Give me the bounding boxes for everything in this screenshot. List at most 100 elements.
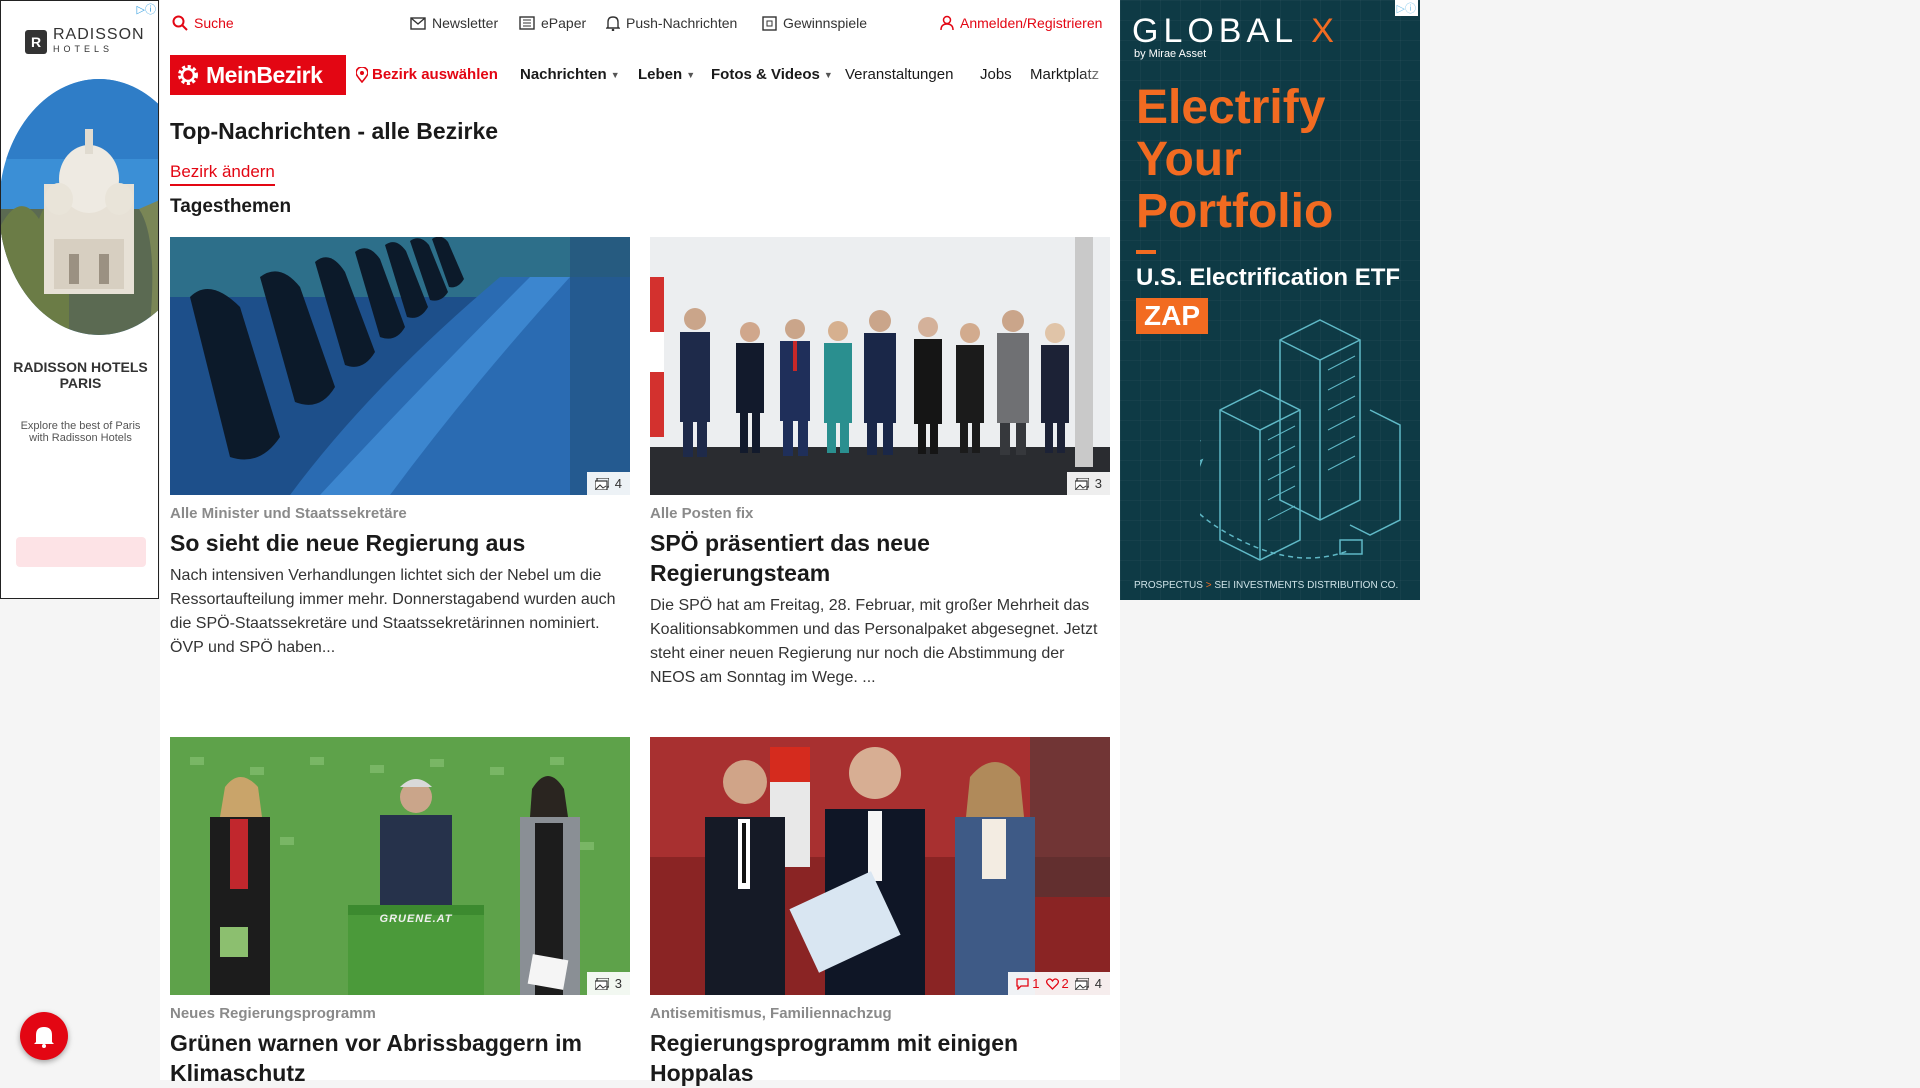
search-icon — [172, 15, 188, 31]
article-kicker: Alle Minister und Staatssekretäre — [170, 505, 407, 522]
newspaper-icon — [519, 16, 535, 30]
etf-name: U.S. Electrification ETF — [1136, 264, 1401, 291]
prospectus-link[interactable]: PROSPECTUS — [1134, 580, 1203, 591]
chevron-down-icon: ▼ — [686, 69, 696, 80]
newsletter-label: Newsletter — [432, 15, 499, 31]
comment-count-value: 1 — [1032, 976, 1040, 991]
radisson-mark: R — [25, 30, 47, 54]
brand-name: MeinBezirk — [206, 61, 323, 88]
login-link[interactable]: Anmelden/Registrieren — [940, 15, 1102, 31]
nav-fade-overlay — [1080, 52, 1120, 98]
greens-press-conference-photo — [170, 737, 630, 995]
page-title: Top-Nachrichten - alle Bezirke — [170, 118, 499, 144]
left-ad-banner[interactable]: ▷ⓘ R RADISSON HOTELS RADISSON HOTELS PAR… — [0, 0, 159, 599]
gallery-icon — [594, 477, 609, 490]
nav-fotos-label: Fotos & Videos — [711, 66, 820, 83]
nav-nachrichten-label: Nachrichten — [520, 66, 607, 83]
comment-count[interactable]: 1 — [1016, 976, 1040, 991]
nav-veranstaltungen-label: Veranstaltungen — [845, 66, 954, 83]
meinbezirk-logo[interactable]: MeinBezirk — [170, 55, 346, 95]
gewinnspiele-label: Gewinnspiele — [783, 15, 868, 31]
gallery-icon — [594, 977, 609, 990]
bell-icon — [34, 1027, 54, 1048]
ad-footer: PROSPECTUS > SEI INVESTMENTS DISTRIBUTIO… — [1134, 580, 1398, 591]
newsletter-link[interactable]: Newsletter — [410, 15, 498, 31]
bezirk-label: Bezirk auswählen — [372, 66, 498, 83]
article-kicker: Antisemitismus, Familiennachzug — [650, 1005, 892, 1022]
article-card[interactable]: GRUENE.AT 3 Neues Regierungsprogramm Grü… — [170, 737, 630, 1088]
parliament-chairs-photo — [170, 237, 630, 495]
nav-nachrichten[interactable]: Nachrichten ▼ — [520, 66, 620, 83]
photo-count: 4 — [1094, 976, 1102, 991]
change-bezirk-link[interactable]: Bezirk ändern — [170, 162, 275, 186]
nav-leben-label: Leben — [638, 66, 683, 83]
push-link[interactable]: Push-Nachrichten — [606, 15, 737, 31]
chevron-down-icon: ▼ — [610, 69, 620, 80]
nav-fotos-videos[interactable]: Fotos & Videos ▼ — [711, 66, 833, 83]
section-heading: Tagesthemen — [170, 196, 292, 217]
article-teaser: Nach intensiven Verhandlungen lichtet si… — [170, 567, 616, 656]
photo-count-badge: 3 — [1066, 472, 1110, 495]
article-headline[interactable]: Regierungsprogramm mit einigen Hoppalas — [650, 1028, 1110, 1088]
article-headline[interactable]: Grünen warnen vor Abrissbaggern im Klima… — [170, 1028, 630, 1088]
epaper-link[interactable]: ePaper — [519, 15, 586, 31]
article-headline[interactable]: So sieht die neue Regierung aus — [170, 528, 630, 558]
gallery-icon — [1074, 477, 1089, 490]
radisson-brand-sub: HOTELS — [53, 44, 114, 54]
ad-headline-line-1: Electrify — [1136, 81, 1326, 134]
ad-headline: RADISSON HOTELS PARIS — [13, 359, 148, 391]
search-link[interactable]: Suche — [172, 15, 234, 31]
engagement-badge: 1 2 4 — [1008, 972, 1110, 995]
ad-subtext: Explore the best of Paris with Radisson … — [20, 420, 141, 444]
utility-bar: Suche Newsletter ePaper Push-Nachrichten… — [160, 0, 1120, 46]
like-count[interactable]: 2 — [1045, 976, 1069, 991]
notification-bell-button[interactable] — [20, 1012, 68, 1060]
location-pin-icon — [356, 66, 368, 83]
mirae-asset-label: by Mirae Asset — [1134, 48, 1207, 60]
ad-cta-button[interactable] — [16, 537, 146, 567]
chevron-down-icon: ▼ — [823, 69, 833, 80]
user-icon — [940, 15, 954, 31]
brand-gear-icon — [178, 65, 198, 85]
ticker-badge: ZAP — [1136, 298, 1208, 334]
article-image[interactable]: 3 — [650, 237, 1110, 495]
article-card[interactable]: 3 Alle Posten fix SPÖ präsentiert das ne… — [650, 237, 1110, 690]
distributor-text: SEI INVESTMENTS DISTRIBUTION CO. — [1214, 580, 1399, 591]
main-navigation: MeinBezirk Bezirk auswählen Nachrichten ▼… — [160, 52, 1120, 98]
gallery-icon — [1074, 977, 1089, 990]
bezirk-selector[interactable]: Bezirk auswählen — [356, 66, 498, 83]
like-count-value: 2 — [1061, 976, 1069, 991]
ad-headline-line-2: Your — [1136, 133, 1242, 186]
bell-icon — [606, 16, 620, 31]
push-label: Push-Nachrichten — [626, 15, 738, 31]
article-image[interactable]: GRUENE.AT 3 — [170, 737, 630, 995]
nav-jobs-label: Jobs — [980, 66, 1012, 83]
gewinnspiele-link[interactable]: Gewinnspiele — [762, 15, 867, 31]
photo-count-badge: 3 — [586, 972, 630, 995]
article-kicker: Neues Regierungsprogramm — [170, 1005, 376, 1022]
gift-icon — [762, 15, 777, 31]
photo-count: 4 — [614, 476, 622, 491]
comment-icon — [1016, 977, 1029, 990]
article-image[interactable]: 1 2 4 — [650, 737, 1110, 995]
article-card[interactable]: 1 2 4 Antisemitismus, Familiennachzug Re… — [650, 737, 1110, 1088]
podium-text: GRUENE.AT — [379, 913, 453, 925]
article-image[interactable]: 4 — [170, 237, 630, 495]
right-ad-banner[interactable]: ▷ⓘ GLOBAL X by Mirae Asset Electrify You… — [1120, 0, 1420, 600]
nav-jobs[interactable]: Jobs — [980, 66, 1012, 83]
global-x-brand: GLOBAL — [1132, 12, 1297, 50]
epaper-label: ePaper — [541, 15, 587, 31]
adchoices-icon[interactable]: ▷ⓘ — [137, 1, 156, 17]
global-x-mark: X — [1311, 12, 1339, 50]
adchoices-icon[interactable]: ▷ⓘ — [1394, 0, 1418, 16]
article-headline[interactable]: SPÖ präsentiert das neue Regierungsteam — [650, 528, 1110, 588]
mail-icon — [410, 16, 426, 30]
heart-icon — [1045, 977, 1059, 990]
photo-count: 3 — [1094, 476, 1102, 491]
nav-veranstaltungen[interactable]: Veranstaltungen — [845, 66, 953, 83]
main-content: Suche Newsletter ePaper Push-Nachrichten… — [160, 0, 1120, 1086]
nav-leben[interactable]: Leben ▼ — [638, 66, 695, 83]
article-card[interactable]: 4 Alle Minister und Staatssekretäre So s… — [170, 237, 630, 660]
global-x-logo: GLOBAL X — [1132, 12, 1339, 51]
radisson-brand-name: RADISSON — [53, 26, 145, 43]
